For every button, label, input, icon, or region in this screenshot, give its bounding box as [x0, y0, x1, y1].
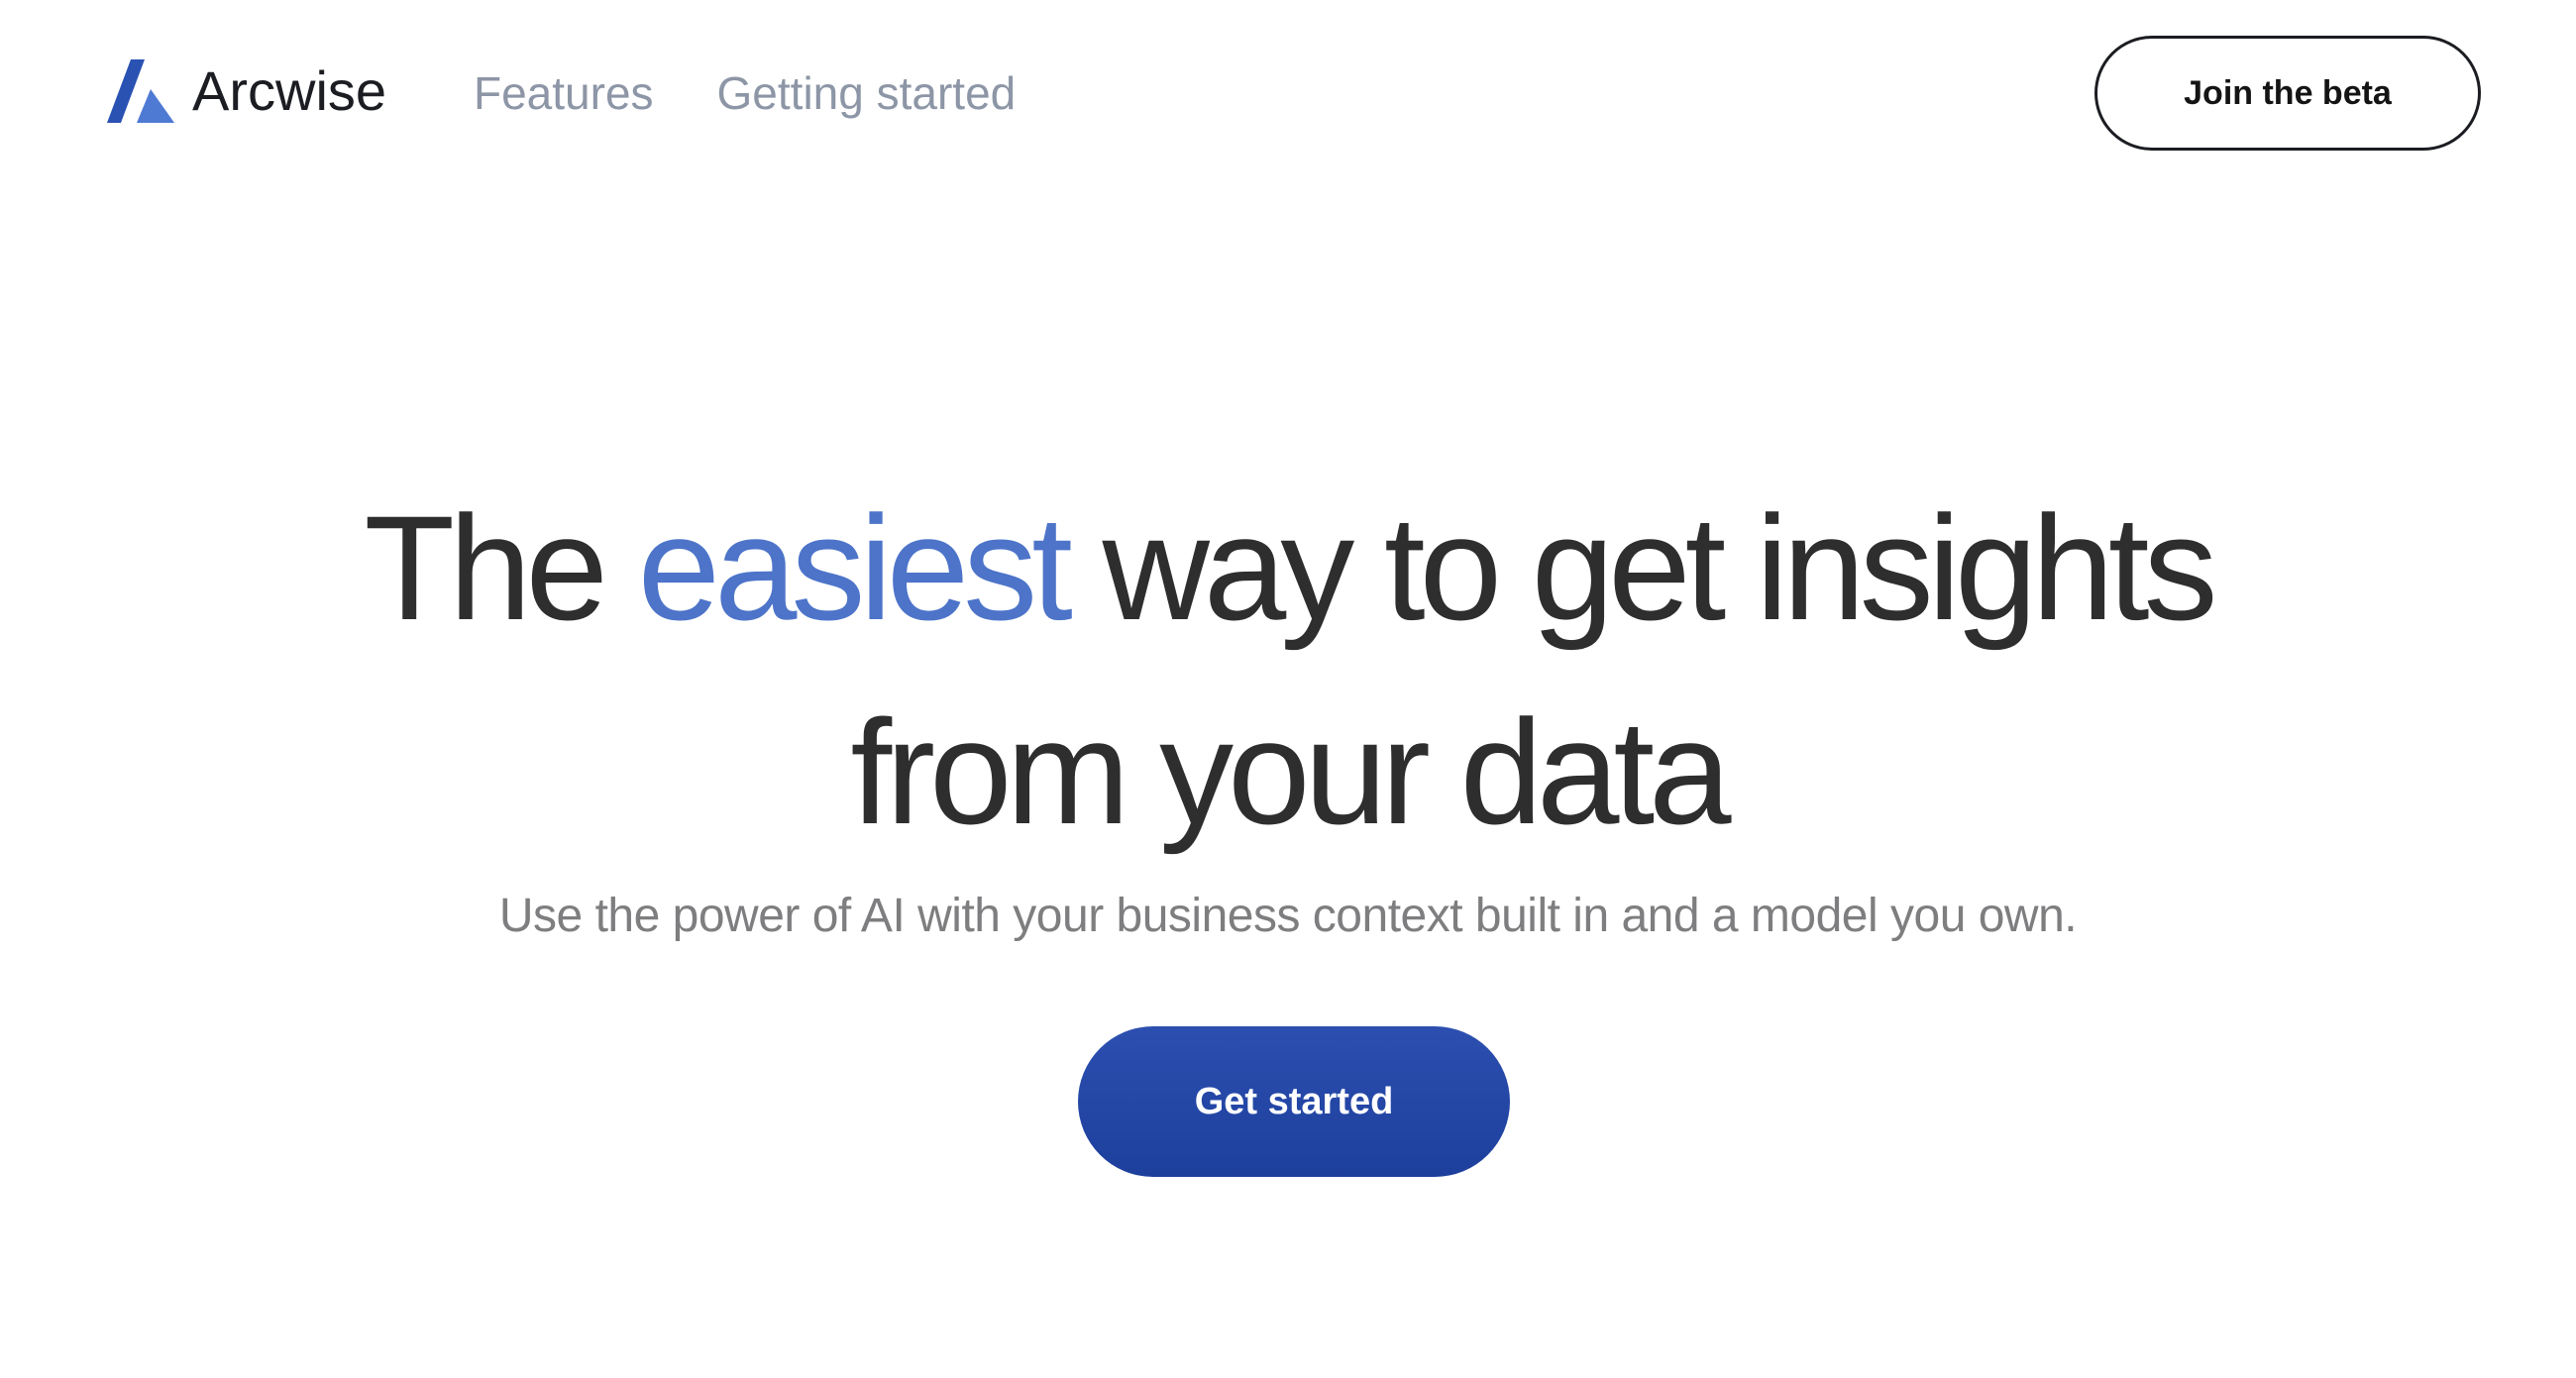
- site-header: Arcwise Features Getting started Join th…: [0, 0, 2576, 188]
- hero-title-line2: from your data: [850, 689, 1731, 855]
- hero-title: The easiest way to get insights from your…: [0, 466, 2576, 874]
- hero-title-start: The: [364, 484, 638, 651]
- arcwise-logo-icon: [107, 59, 174, 123]
- nav-link-features[interactable]: Features: [474, 70, 654, 116]
- landing-page: Arcwise Features Getting started Join th…: [0, 0, 2576, 1378]
- brand-home-link[interactable]: Arcwise: [107, 57, 386, 125]
- hero-title-end: way to get insights: [1066, 484, 2218, 651]
- main-nav: Features Getting started: [474, 63, 1079, 123]
- nav-link-getting-started[interactable]: Getting started: [717, 70, 1017, 116]
- brand-name: Arcwise: [192, 59, 387, 122]
- get-started-button[interactable]: Get started: [1078, 1026, 1510, 1177]
- join-beta-button[interactable]: Join the beta: [2094, 36, 2481, 151]
- hero-title-accent: easiest: [637, 484, 1073, 651]
- hero-subtitle: Use the power of AI with your business c…: [498, 890, 2078, 942]
